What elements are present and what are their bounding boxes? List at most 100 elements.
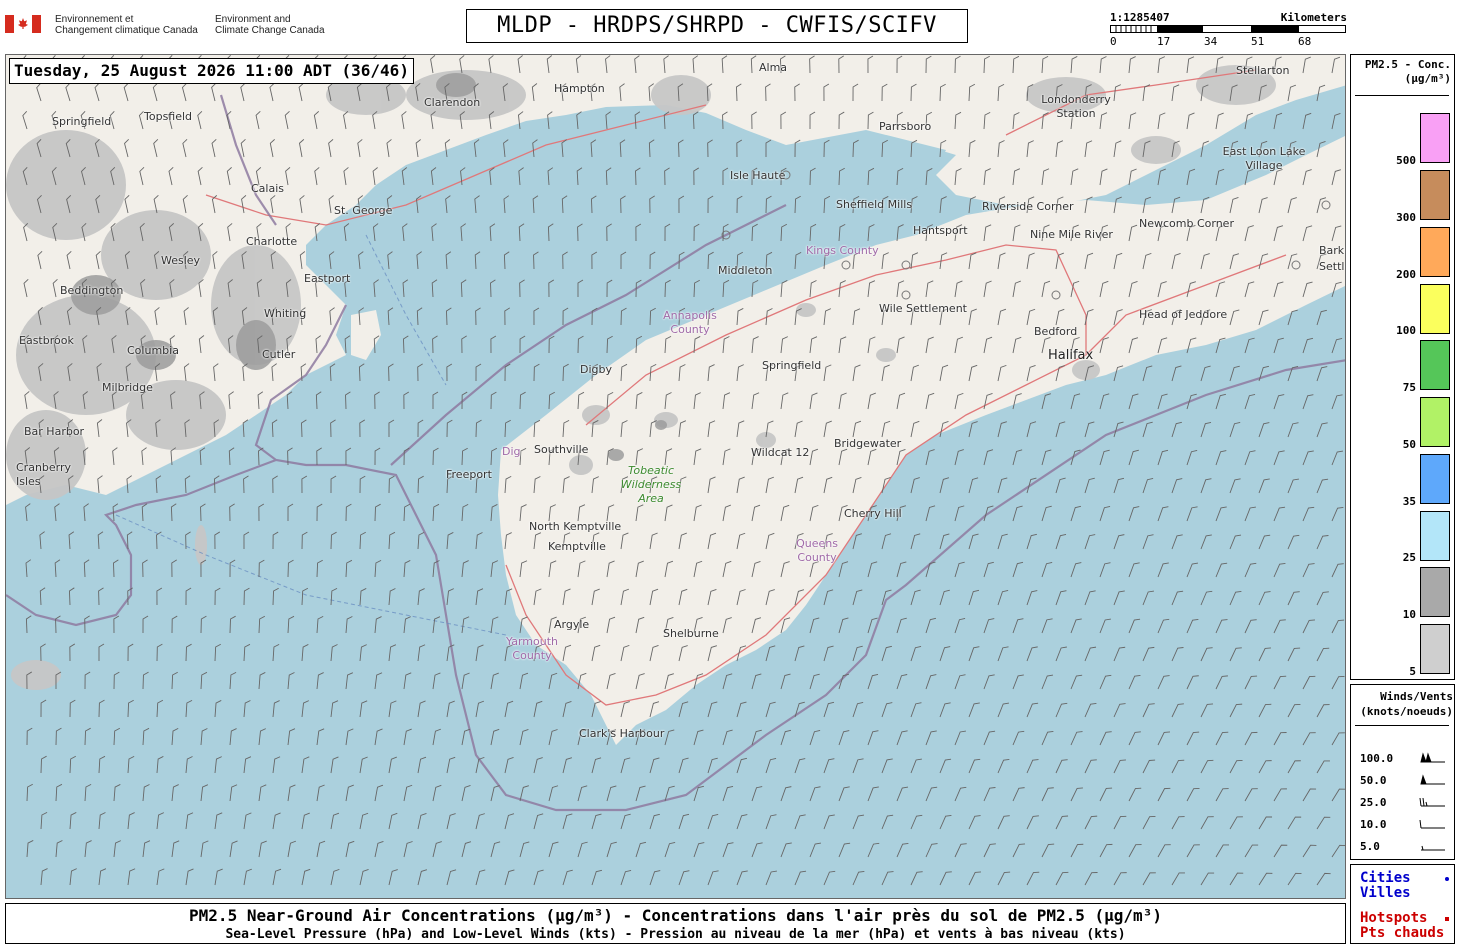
pm25-bin-label: 5 xyxy=(1409,665,1416,678)
map-label: Alma xyxy=(759,61,788,74)
pm25-legend: PM2.5 - Conc. (µg/m³) 500 300 200 100 75… xyxy=(1350,54,1455,680)
map-label: Hampton xyxy=(554,82,605,95)
map-label: Argyle xyxy=(554,618,590,631)
map-label: North Kemptville xyxy=(529,520,622,533)
wind-barb-50-icon xyxy=(1420,774,1445,785)
map-label: Middleton xyxy=(718,264,773,277)
map-label: Southville xyxy=(534,443,589,456)
map-label: Beddington xyxy=(60,284,124,297)
forecast-timestamp: Tuesday, 25 August 2026 11:00 ADT (36/46… xyxy=(9,58,414,84)
pm25-bin-label: 500 xyxy=(1396,154,1416,167)
wind-speed-label: 5.0 xyxy=(1360,840,1380,853)
map-label: Calais xyxy=(251,182,285,195)
map-label: Columbia xyxy=(127,344,179,357)
pm25-swatch xyxy=(1420,511,1450,561)
map-label: Nine Mile River xyxy=(1030,228,1113,241)
map-label: Wildcat 12 xyxy=(751,446,810,459)
scale-bar: 1:1285407 Kilometers 0 17 34 51 68 xyxy=(1110,11,1350,51)
map-label: Hantsport xyxy=(913,224,968,237)
cities-label-fr: Villes xyxy=(1360,885,1411,901)
pm25-legend-title: PM2.5 - Conc. (µg/m³) xyxy=(1364,58,1451,85)
pm25-swatch xyxy=(1420,170,1450,220)
map-label: Annapolis County xyxy=(663,309,717,336)
pm25-bin-label: 75 xyxy=(1402,381,1416,394)
pm25-swatch xyxy=(1420,284,1450,334)
scale-tick: 51 xyxy=(1251,35,1265,48)
wind-speed-label: 10.0 xyxy=(1360,818,1387,831)
map-caption: PM2.5 Near-Ground Air Concentrations (µg… xyxy=(5,903,1346,944)
pm25-bin-label: 50 xyxy=(1402,438,1416,451)
page-title: MLDP - HRDPS/SHRPD - CWFIS/SCIFV xyxy=(466,9,968,43)
pm25-swatch xyxy=(1420,340,1450,390)
pm25-bin-label: 10 xyxy=(1402,608,1416,621)
map-label: Shelburne xyxy=(663,627,719,640)
map-label: Digby xyxy=(580,363,613,376)
scale-tick: 68 xyxy=(1298,35,1312,48)
pm25-bin-label: 35 xyxy=(1402,495,1416,508)
pm25-swatch xyxy=(1420,113,1450,163)
map-label: Londonderry Station xyxy=(1041,93,1111,120)
pm25-bin-label: 25 xyxy=(1402,551,1416,564)
pm25-bin-label: 300 xyxy=(1396,211,1416,224)
hotspot-marker-icon xyxy=(1445,917,1449,921)
map-label: Clark's Harbour xyxy=(579,727,665,740)
department-name-fr: Environnement et Changement climatique C… xyxy=(55,14,198,36)
pm25-bin-label: 100 xyxy=(1396,324,1416,337)
map-label: Barkhouse Settlement xyxy=(1319,244,1345,273)
map-label: East Loon Lake Village xyxy=(1222,145,1306,172)
map-label: Parrsboro xyxy=(879,120,932,133)
map-label: Stellarton xyxy=(1236,64,1290,77)
city-marker-icon xyxy=(1445,877,1449,881)
pm25-swatch xyxy=(1420,397,1450,447)
map-label: Freeport xyxy=(446,468,492,481)
hotspots-label-fr: Pts chauds xyxy=(1360,925,1445,941)
wind-speed-label: 100.0 xyxy=(1360,752,1394,765)
map-label: Clarendon xyxy=(424,96,481,109)
scale-tick: 34 xyxy=(1204,35,1218,48)
map-label: Whiting xyxy=(264,307,307,320)
wind-barb-25-icon xyxy=(1419,797,1445,807)
caption-primary: PM2.5 Near-Ground Air Concentrations (µg… xyxy=(189,906,1162,925)
pm25-swatch xyxy=(1420,227,1450,277)
pm25-swatch xyxy=(1420,454,1450,504)
wind-barb-10-icon xyxy=(1419,819,1445,829)
map-label: Kings County xyxy=(806,244,879,257)
map-label: Wile Settlement xyxy=(879,302,967,315)
map-label: Isle Haute xyxy=(730,169,786,182)
pm25-bin-label: 200 xyxy=(1396,268,1416,281)
scale-ratio: 1:1285407 xyxy=(1110,11,1170,24)
pm25-swatch xyxy=(1420,624,1450,674)
scale-tick: 17 xyxy=(1157,35,1171,48)
places-legend: Cities Villes Hotspots Pts chauds xyxy=(1350,864,1455,944)
map-label: Eastbrook xyxy=(19,334,74,347)
government-logo: Environnement et Changement climatique C… xyxy=(5,13,345,43)
map-label: St. George xyxy=(334,204,393,217)
wind-speed-label: 50.0 xyxy=(1360,774,1387,787)
map-label: Halifax xyxy=(1048,348,1094,363)
map-view[interactable]: Alma Hampton Clarendon Springfield Topsf… xyxy=(5,54,1346,899)
wind-speed-label: 25.0 xyxy=(1360,796,1387,809)
department-name-en: Environment and Climate Change Canada xyxy=(215,14,325,36)
caption-secondary: Sea-Level Pressure (hPa) and Low-Level W… xyxy=(225,927,1126,942)
cities-label-en: Cities xyxy=(1360,870,1411,886)
map-label: Kemptville xyxy=(548,540,606,553)
wind-barb-5-icon xyxy=(1421,845,1445,851)
scale-unit: Kilometers xyxy=(1280,11,1347,24)
map-label: Riverside Corner xyxy=(982,200,1074,213)
map-label: Charlotte xyxy=(246,235,298,248)
map-label: Newcomb Corner xyxy=(1139,217,1234,230)
map-label: Head of Jeddore xyxy=(1139,308,1228,321)
map-label: Bar Harbor xyxy=(24,425,85,438)
wind-legend: Winds/Vents (knots/noeuds) 100.0 50.0 25… xyxy=(1350,684,1455,860)
map-label: Bedford xyxy=(1034,325,1078,338)
map-label: Dig xyxy=(502,445,521,458)
canada-flag-icon xyxy=(5,15,41,33)
map-label: Cranberry Isles xyxy=(16,461,72,488)
map-label: Yarmouth County xyxy=(506,635,558,662)
map-label: Tobeatic Wilderness Area xyxy=(620,464,682,505)
map-label: Bridgewater xyxy=(834,437,902,450)
map-label: Topsfield xyxy=(144,110,193,123)
wind-barb-100-icon xyxy=(1420,752,1445,763)
map-label: Milbridge xyxy=(102,381,153,394)
map-label: Queens County xyxy=(796,537,838,564)
